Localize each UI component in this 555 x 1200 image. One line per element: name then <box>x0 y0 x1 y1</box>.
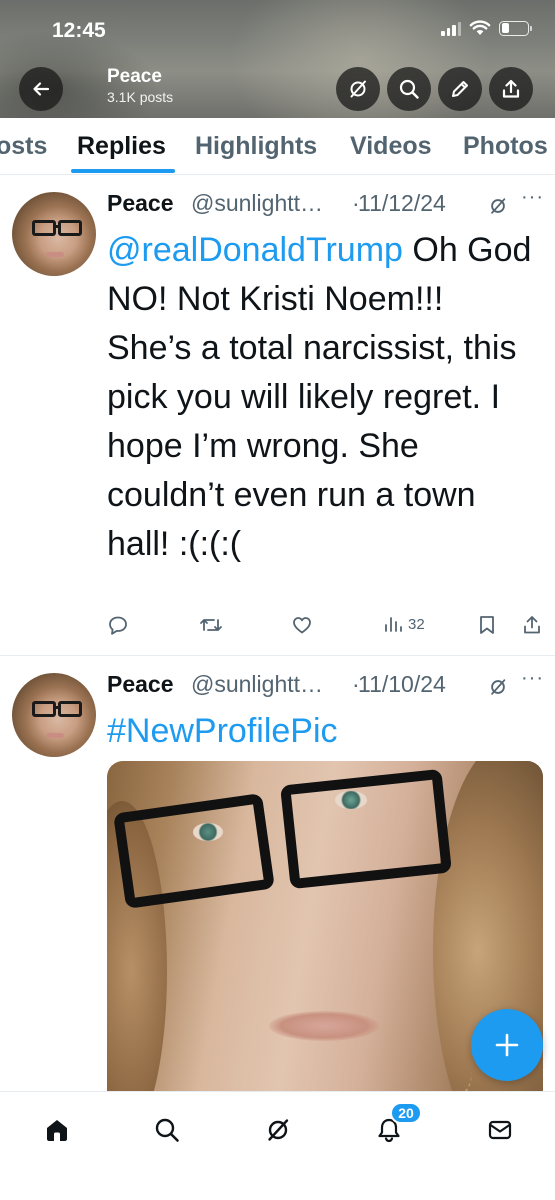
views-icon <box>385 617 402 632</box>
views-count: 32 <box>408 615 425 633</box>
author-handle[interactable]: @sunlightt… <box>191 190 323 217</box>
post[interactable]: Peace @sunlightt… · 11/12/24 ··· @realDo… <box>0 176 555 656</box>
mention-link[interactable]: @realDonaldTrump <box>107 231 403 269</box>
author-name[interactable]: Peace <box>107 190 174 217</box>
nav-messages[interactable] <box>480 1110 520 1150</box>
share-post-button[interactable] <box>521 614 543 636</box>
tab-photos[interactable]: Photos <box>463 132 548 161</box>
bookmark-icon <box>480 616 494 634</box>
post-body: Oh God NO! Not Kristi Noem!!! She’s a to… <box>107 231 532 563</box>
active-tab-indicator <box>71 169 175 173</box>
more-options-icon[interactable]: ··· <box>521 667 544 690</box>
grok-icon[interactable] <box>488 196 508 216</box>
post[interactable]: Peace @sunlightt… · 11/10/24 ··· #NewPro… <box>0 657 555 1097</box>
notifications-badge: 20 <box>390 1102 422 1124</box>
like-button[interactable] <box>291 614 313 636</box>
tab-highlights[interactable]: Highlights <box>195 132 317 161</box>
share-icon <box>502 79 520 98</box>
mail-icon <box>488 1120 512 1140</box>
avatar[interactable] <box>12 192 96 276</box>
compose-button[interactable] <box>471 1009 543 1081</box>
search-button[interactable] <box>387 67 431 111</box>
share-button[interactable] <box>489 67 533 111</box>
battery-icon <box>499 20 532 36</box>
back-button[interactable] <box>19 67 63 111</box>
status-time: 12:45 <box>52 19 106 42</box>
tab-replies[interactable]: Replies <box>77 132 166 161</box>
nav-grok[interactable] <box>258 1110 298 1150</box>
grok-button[interactable] <box>336 67 380 111</box>
avatar[interactable] <box>12 673 96 757</box>
hashtag-link[interactable]: #NewProfilePic <box>107 712 338 750</box>
nav-search[interactable] <box>147 1110 187 1150</box>
pencil-icon <box>452 81 468 97</box>
post-meta: Peace @sunlightt… · 11/10/24 ··· <box>107 667 547 703</box>
grok-icon <box>268 1119 289 1141</box>
profile-tabs: osts Replies Highlights Videos Photos <box>0 118 555 175</box>
post-meta: Peace @sunlightt… · 11/12/24 ··· <box>107 186 547 222</box>
share-icon <box>524 616 540 634</box>
author-handle[interactable]: @sunlightt… <box>191 671 323 698</box>
repost-button[interactable] <box>199 614 223 636</box>
nav-home[interactable] <box>37 1110 77 1150</box>
author-name[interactable]: Peace <box>107 671 174 698</box>
bottom-nav: 20 <box>0 1091 555 1200</box>
post-text: @realDonaldTrump Oh God NO! Not Kristi N… <box>107 226 537 569</box>
edit-button[interactable] <box>438 67 482 111</box>
grok-icon[interactable] <box>488 677 508 697</box>
wifi-icon <box>469 20 491 35</box>
reply-icon <box>109 616 127 635</box>
views-button[interactable]: 32 <box>383 614 425 634</box>
plus-icon <box>495 1033 519 1057</box>
posts-count: 3.1K posts <box>107 89 174 105</box>
home-icon <box>47 1120 67 1141</box>
post-actions: 32 <box>107 614 547 640</box>
grok-icon <box>350 80 366 98</box>
repost-icon <box>200 619 222 631</box>
tab-videos[interactable]: Videos <box>350 132 432 161</box>
signal-icon <box>441 21 461 36</box>
profile-name: Peace <box>107 66 162 87</box>
back-arrow-icon <box>33 82 50 96</box>
more-options-icon[interactable]: ··· <box>521 186 544 209</box>
status-icons <box>441 20 532 36</box>
post-text: #NewProfilePic <box>107 707 537 756</box>
search-icon <box>155 1118 179 1142</box>
profile-header: 12:45 Peace 3.1K posts <box>0 0 555 118</box>
bookmark-button[interactable] <box>477 614 497 636</box>
post-date[interactable]: 11/12/24 <box>358 190 446 217</box>
search-icon <box>399 79 419 99</box>
heart-icon <box>293 617 311 634</box>
post-date[interactable]: 11/10/24 <box>358 671 446 698</box>
tab-posts[interactable]: osts <box>0 132 47 161</box>
reply-button[interactable] <box>107 614 129 636</box>
